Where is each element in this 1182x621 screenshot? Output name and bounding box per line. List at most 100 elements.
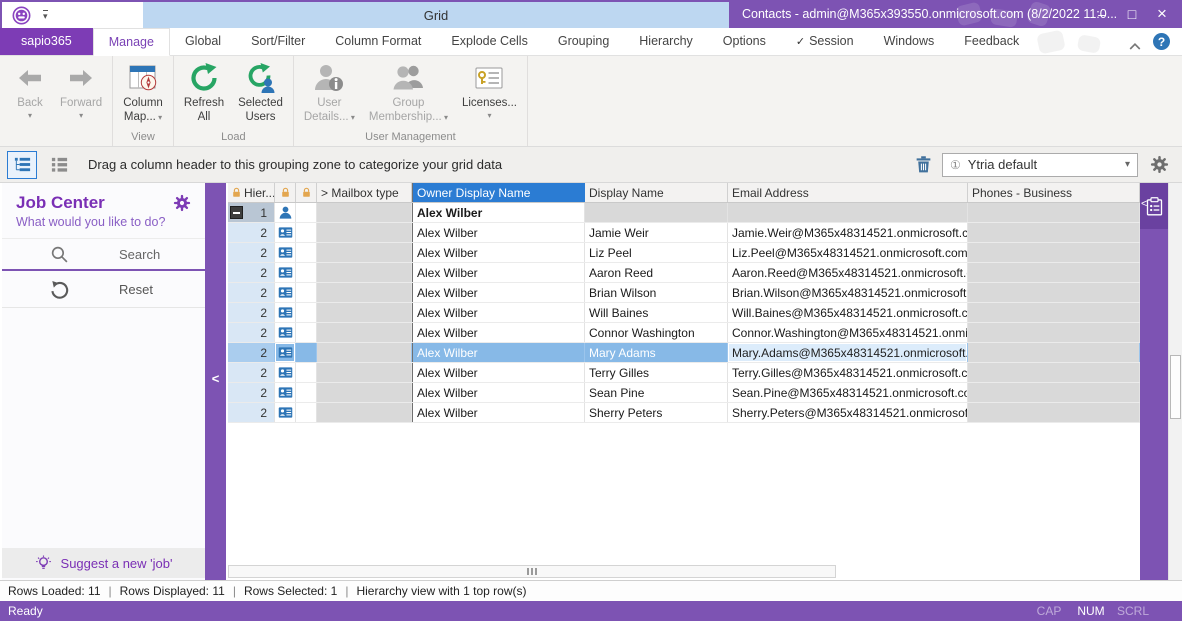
cell-phones-business[interactable] [968, 343, 1140, 362]
column-header-email-address[interactable]: Email Address [728, 183, 968, 202]
cell-phones-business[interactable] [968, 203, 1140, 222]
cell-mailbox-type[interactable] [317, 203, 412, 222]
cell-mailbox-type[interactable] [317, 243, 412, 262]
column-header-owner-display-name[interactable]: Owner Display Name [412, 183, 585, 202]
cell-row-type-icon[interactable] [275, 383, 296, 402]
cell-display-name[interactable]: Will Baines [585, 303, 728, 322]
grid-row[interactable]: 2 Alex WilberSherry PetersSherry.Peters@M… [228, 403, 1140, 423]
grid-row[interactable]: 2Alex WilberWill BainesWill.Baines@M365x… [228, 303, 1140, 323]
cell-phones-business[interactable] [968, 303, 1140, 322]
job-center-gear-icon[interactable] [173, 194, 191, 212]
tab-session[interactable]: ✓Session [781, 28, 869, 55]
cell-row-type-icon[interactable] [275, 403, 296, 422]
vertical-scrollbar[interactable] [1168, 183, 1182, 580]
tab-explode-cells[interactable]: Explode Cells [436, 28, 542, 55]
cell-email-address[interactable]: Terry.Gilles@M365x48314521.onmicrosoft.c… [728, 363, 968, 382]
vertical-scrollbar-thumb[interactable] [1170, 355, 1181, 419]
tab-hierarchy[interactable]: Hierarchy [624, 28, 708, 55]
hierarchy-view-toggle[interactable] [7, 151, 37, 179]
cell-phones-business[interactable] [968, 243, 1140, 262]
cell-owner-display-name[interactable]: Alex Wilber [412, 323, 585, 342]
cell-display-name[interactable]: Connor Washington [585, 323, 728, 342]
collapse-ribbon-chevron-icon[interactable] [1129, 38, 1141, 46]
cell-display-name[interactable]: Sherry Peters [585, 403, 728, 422]
cell-display-name[interactable]: Liz Peel [585, 243, 728, 262]
cell-row-type-icon[interactable] [275, 243, 296, 262]
tab-grouping[interactable]: Grouping [543, 28, 624, 55]
cell-email-address[interactable]: Jamie.Weir@M365x48314521.onmicrosoft.com [728, 223, 968, 242]
cell-row-type-icon[interactable] [275, 223, 296, 242]
cell-hierarchy-level[interactable]: 2 [228, 243, 275, 262]
maximize-button[interactable]: □ [1118, 2, 1146, 26]
tab-column-format[interactable]: Column Format [320, 28, 436, 55]
cell-blank[interactable] [296, 263, 317, 282]
cell-mailbox-type[interactable] [317, 263, 412, 282]
cell-phones-business[interactable] [968, 223, 1140, 242]
column-header-display-name[interactable]: Display Name [585, 183, 728, 202]
cell-display-name[interactable]: Terry Gilles [585, 363, 728, 382]
cell-display-name[interactable]: Aaron Reed [585, 263, 728, 282]
cell-owner-display-name[interactable]: Alex Wilber [412, 403, 585, 422]
close-button[interactable]: × [1148, 2, 1176, 26]
cell-blank[interactable] [296, 243, 317, 262]
cell-owner-display-name[interactable]: Alex Wilber [412, 263, 585, 282]
column-header-blank[interactable] [296, 183, 317, 202]
cell-phones-business[interactable] [968, 283, 1140, 302]
cell-row-type-icon[interactable] [275, 343, 296, 362]
cell-row-type-icon[interactable] [275, 363, 296, 382]
forward-button[interactable]: Forward▾ [53, 58, 109, 129]
cell-row-type-icon[interactable] [275, 263, 296, 282]
cell-owner-display-name[interactable]: Alex Wilber [412, 243, 585, 262]
cell-owner-display-name[interactable]: Alex Wilber [412, 363, 585, 382]
column-map-button[interactable]: ColumnMap... ▾ [116, 58, 170, 129]
cell-phones-business[interactable] [968, 403, 1140, 422]
cell-mailbox-type[interactable] [317, 323, 412, 342]
cell-hierarchy-level[interactable]: 2 [228, 363, 275, 382]
cell-display-name[interactable] [585, 203, 728, 222]
cell-hierarchy-level[interactable]: 2 [228, 403, 275, 422]
cell-email-address[interactable]: Will.Baines@M365x48314521.onmicrosoft.co… [728, 303, 968, 322]
cell-blank[interactable] [296, 363, 317, 382]
cell-hierarchy-level[interactable]: 1 [228, 203, 275, 222]
cell-hierarchy-level[interactable]: 2 [228, 283, 275, 302]
grid-row[interactable]: 2Alex WilberBrian WilsonBrian.Wilson@M36… [228, 283, 1140, 303]
cell-mailbox-type[interactable] [317, 383, 412, 402]
flat-view-toggle[interactable] [44, 151, 74, 179]
cell-email-address[interactable]: Connor.Washington@M365x48314521.onmicros… [728, 323, 968, 342]
cell-blank[interactable] [296, 403, 317, 422]
tab-feedback[interactable]: Feedback [949, 28, 1034, 55]
cell-mailbox-type[interactable] [317, 363, 412, 382]
column-header-icon[interactable] [275, 183, 296, 202]
cell-blank[interactable] [296, 343, 317, 362]
cell-mailbox-type[interactable] [317, 403, 412, 422]
grid-row[interactable]: 2 Alex WilberTerry GillesTerry.Gilles@M36… [228, 363, 1140, 383]
cell-blank[interactable] [296, 203, 317, 222]
cell-row-type-icon[interactable] [275, 323, 296, 342]
licenses-button[interactable]: Licenses...▾ [455, 58, 524, 129]
qat-customize-caret-icon[interactable]: ▾ [43, 10, 48, 20]
cell-email-address[interactable]: Mary.Adams@M365x48314521.onmicrosoft.com [728, 343, 968, 362]
column-header-mailbox-type[interactable]: > Mailbox type [317, 183, 412, 202]
cell-phones-business[interactable] [968, 323, 1140, 342]
cell-hierarchy-level[interactable]: 2 [228, 323, 275, 342]
minimize-button[interactable]: – [1088, 2, 1116, 26]
grid-row[interactable]: 2Alex WilberMary AdamsMary.Adams@M365x48… [228, 343, 1140, 363]
cell-email-address[interactable] [728, 203, 968, 222]
tab-global[interactable]: Global [170, 28, 236, 55]
grid-row[interactable]: 2 Alex WilberConnor WashingtonConnor.Wash… [228, 323, 1140, 343]
cell-email-address[interactable]: Liz.Peel@M365x48314521.onmicrosoft.com [728, 243, 968, 262]
cell-row-type-icon[interactable] [275, 283, 296, 302]
reset-button[interactable]: Reset [2, 271, 205, 308]
cell-phones-business[interactable] [968, 363, 1140, 382]
grid-row[interactable]: 2Alex WilberJamie WeirJamie.Weir@M365x48… [228, 223, 1140, 243]
cell-row-type-icon[interactable] [275, 303, 296, 322]
cell-hierarchy-level[interactable]: 2 [228, 263, 275, 282]
cell-display-name[interactable]: Mary Adams [585, 343, 728, 362]
cell-owner-display-name[interactable]: Alex Wilber [412, 383, 585, 402]
group-membership-button[interactable]: GroupMembership... ▾ [362, 58, 455, 129]
grid-settings-gear-icon[interactable] [1145, 152, 1173, 178]
cell-blank[interactable] [296, 223, 317, 242]
cell-hierarchy-level[interactable]: 2 [228, 383, 275, 402]
cell-blank[interactable] [296, 323, 317, 342]
cell-email-address[interactable]: Sherry.Peters@M365x48314521.onmicrosoft.… [728, 403, 968, 422]
